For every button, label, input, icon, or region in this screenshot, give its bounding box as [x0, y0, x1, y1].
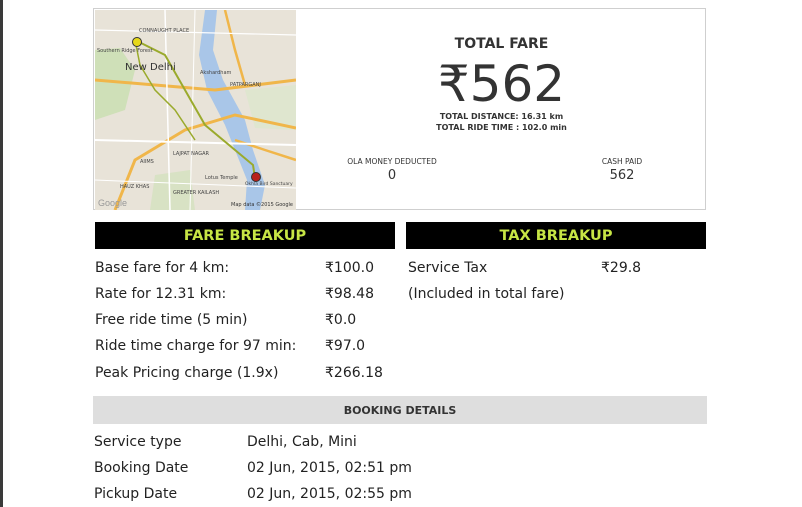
tax-row-value: ₹29.8: [601, 260, 642, 276]
total-fare-amount: ₹562: [437, 55, 566, 113]
ola-money-label: OLA MONEY DEDUCTED: [347, 157, 437, 166]
map-label-southern-ridge: Southern Ridge Forest: [97, 48, 153, 54]
map-credit: Map data ©2015 Google: [231, 202, 293, 208]
fare-row-label: Base fare for 4 km:: [95, 260, 230, 276]
fare-row-value: ₹100.0: [325, 260, 374, 276]
total-ride-time: TOTAL RIDE TIME : 102.0 min: [436, 123, 567, 132]
booking-row-label: Service type: [94, 434, 182, 450]
window-edge: [0, 0, 3, 507]
cash-paid-value: 562: [609, 168, 635, 183]
ola-money-block: OLA MONEY DEDUCTED 0: [322, 157, 462, 183]
booking-row-label: Booking Date: [94, 460, 189, 476]
map-label-sanctuary: Okhla Bird Sanctuary: [245, 182, 293, 187]
map-label-lotus-temple: Lotus Temple: [205, 175, 238, 181]
map-label-akshardham: Akshardham: [200, 70, 232, 76]
cash-paid-label: CASH PAID: [601, 157, 643, 166]
booking-row-value: 02 Jun, 2015, 02:55 pm: [247, 486, 412, 502]
map-label-patparganj: PATPARGANJ: [230, 82, 261, 88]
tax-row-label: Service Tax: [408, 260, 488, 276]
fare-row-value: ₹98.48: [325, 286, 374, 302]
tax-row-note: (Included in total fare): [408, 286, 565, 302]
fare-row-label: Ride time charge for 97 min:: [95, 338, 297, 354]
map-label-aiims: AIIMS: [140, 159, 154, 165]
map-graphic: [95, 10, 296, 210]
fare-row-label: Rate for 12.31 km:: [95, 286, 227, 302]
google-logo: Google: [98, 198, 128, 208]
booking-row-label: Pickup Date: [94, 486, 178, 502]
total-fare-label: TOTAL FARE: [454, 36, 549, 52]
booking-row-value: 02 Jun, 2015, 02:51 pm: [247, 460, 412, 476]
booking-row-value: Delhi, Cab, Mini: [247, 434, 357, 450]
fare-row-value: ₹266.18: [325, 365, 383, 381]
fare-row-label: Free ride time (5 min): [95, 312, 248, 328]
ola-money-value: 0: [387, 168, 397, 183]
map-label-connaught: CONNAUGHT PLACE: [139, 28, 190, 34]
fare-row-label: Peak Pricing charge (1.9x): [95, 365, 279, 381]
map-label-hauz-khas: HAUZ KHAS: [120, 184, 150, 190]
map-label-new-delhi: New Delhi: [125, 62, 176, 73]
booking-details-header: BOOKING DETAILS: [93, 396, 707, 424]
fare-summary: TOTAL FARE ₹562 TOTAL DISTANCE: 16.31 km…: [297, 9, 706, 209]
fare-row-value: ₹0.0: [325, 312, 357, 328]
total-distance: TOTAL DISTANCE: 16.31 km: [439, 112, 564, 121]
map-label-lajpat-nagar: LAJPAT NAGAR: [173, 151, 210, 157]
map-start-pin: [132, 37, 142, 47]
map-end-pin: [251, 172, 261, 182]
map-label-greater-kailash: GREATER KAILASH: [173, 190, 220, 196]
fare-row-value: ₹97.0: [325, 338, 366, 354]
cash-paid-block: CASH PAID 562: [552, 157, 692, 183]
fare-summary-card: CONNAUGHT PLACE New Delhi Southern Ridge…: [93, 8, 706, 210]
fare-breakup-header: FARE BREAKUP: [95, 222, 395, 249]
tax-breakup-header: TAX BREAKUP: [406, 222, 706, 249]
route-map[interactable]: CONNAUGHT PLACE New Delhi Southern Ridge…: [95, 10, 296, 210]
